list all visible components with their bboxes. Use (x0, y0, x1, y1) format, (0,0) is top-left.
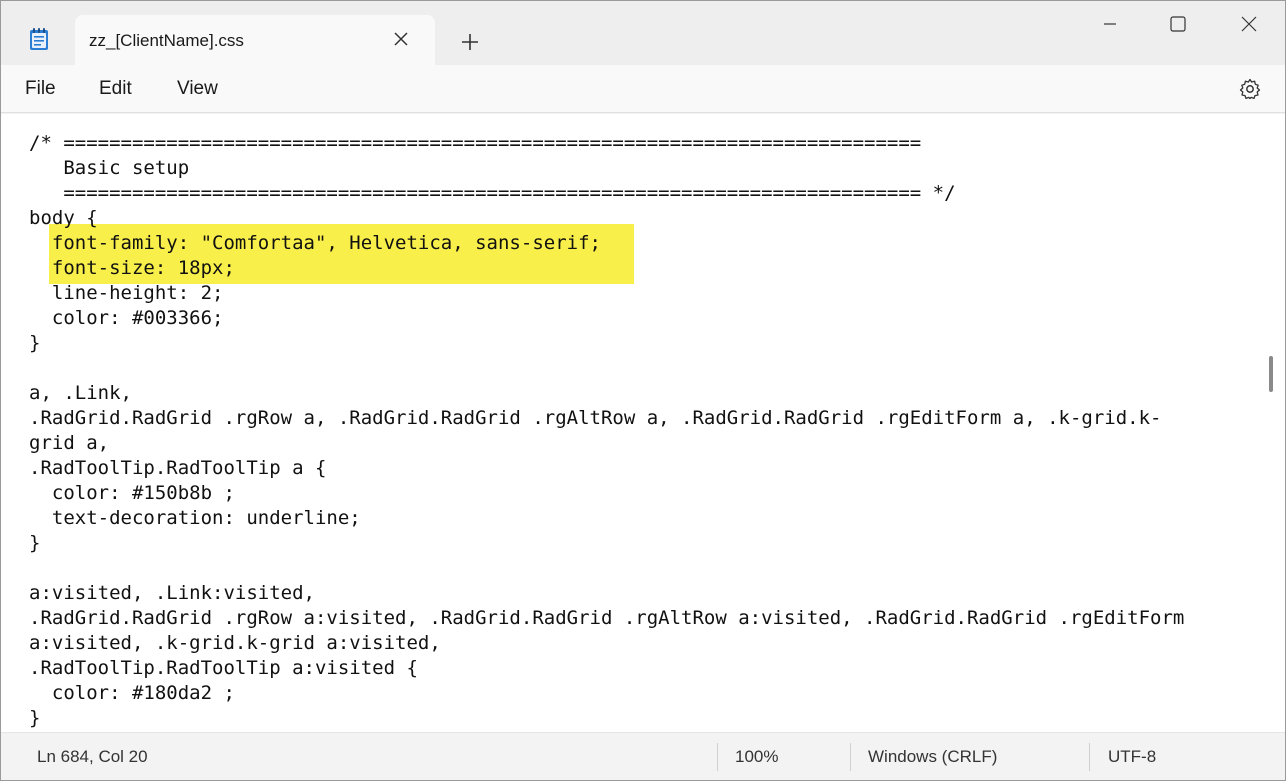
code-line: .RadToolTip.RadToolTip a { (29, 457, 327, 479)
code-content[interactable]: /* =====================================… (29, 131, 1259, 731)
code-line: a, .Link, (29, 382, 132, 404)
status-divider (717, 743, 718, 771)
title-bar[interactable]: zz_[ClientName].css (1, 1, 1285, 65)
code-line: } (29, 332, 41, 354)
vertical-scrollbar[interactable] (1269, 356, 1273, 392)
status-bar: Ln 684, Col 20 100% Windows (CRLF) UTF-8 (1, 732, 1285, 780)
notepad-icon (30, 28, 48, 50)
notepad-window: zz_[ClientName].css File Edit View /* ==… (0, 0, 1286, 781)
gear-icon[interactable] (1238, 77, 1262, 101)
code-line: /* =====================================… (29, 132, 922, 154)
code-line: a:visited, .k-grid.k-grid a:visited, (29, 632, 441, 654)
code-line: ========================================… (29, 182, 956, 204)
code-line: text-decoration: underline; (29, 507, 361, 529)
status-divider (850, 743, 851, 771)
code-line: .RadGrid.RadGrid .rgRow a, .RadGrid.RadG… (29, 407, 1162, 429)
menu-edit[interactable]: Edit (99, 78, 132, 100)
code-line: font-family: "Comfortaa", Helvetica, san… (29, 232, 601, 254)
tab-active-file[interactable]: zz_[ClientName].css (75, 15, 435, 65)
plus-icon[interactable] (459, 31, 481, 53)
code-line: font-size: 18px; (29, 257, 235, 279)
status-divider (1089, 743, 1090, 771)
code-line: body { (29, 207, 98, 229)
cursor-position: Ln 684, Col 20 (37, 747, 148, 766)
code-line: .RadToolTip.RadToolTip a:visited { (29, 657, 418, 679)
zoom-level[interactable]: 100% (735, 747, 778, 767)
code-line: a:visited, .Link:visited, (29, 582, 315, 604)
menu-file[interactable]: File (25, 78, 56, 100)
menu-view[interactable]: View (177, 78, 218, 100)
code-line: grid a, (29, 432, 110, 454)
close-window-icon[interactable] (1238, 13, 1260, 35)
code-line: color: #003366; (29, 307, 224, 329)
minimize-icon[interactable] (1099, 13, 1121, 35)
code-line: } (29, 532, 41, 554)
code-line: line-height: 2; (29, 282, 224, 304)
tab-title: zz_[ClientName].css (89, 31, 244, 50)
text-editor[interactable]: /* =====================================… (1, 114, 1285, 732)
maximize-icon[interactable] (1167, 13, 1189, 35)
code-line: Basic setup (29, 157, 190, 179)
encoding[interactable]: UTF-8 (1108, 747, 1156, 767)
close-icon[interactable] (391, 29, 411, 49)
code-line: color: #150b8b ; (29, 482, 235, 504)
code-line: color: #180da2 ; (29, 682, 235, 704)
line-ending[interactable]: Windows (CRLF) (868, 747, 997, 767)
code-line: .RadGrid.RadGrid .rgRow a:visited, .RadG… (29, 607, 1185, 629)
code-line: } (29, 707, 41, 729)
menu-bar: File Edit View (1, 65, 1285, 113)
